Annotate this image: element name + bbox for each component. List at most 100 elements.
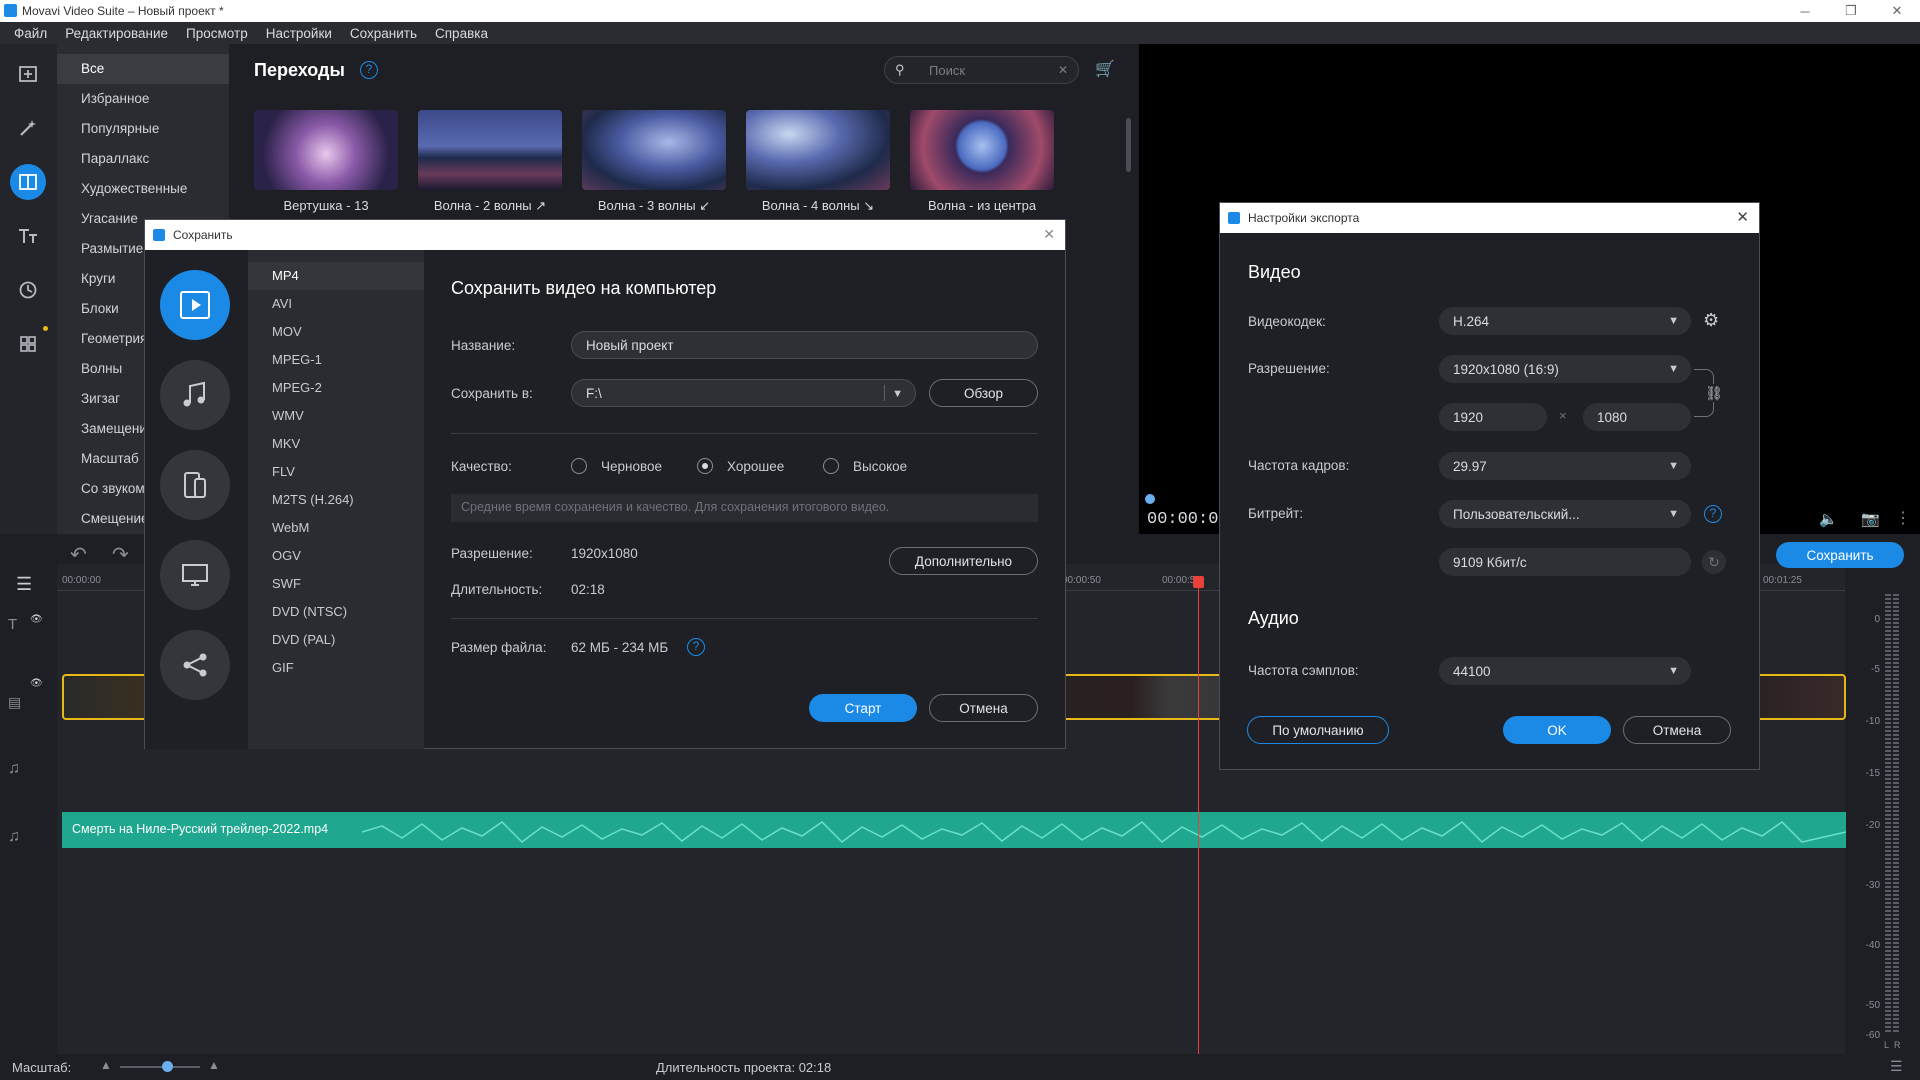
chevron-down-icon[interactable]: ▼ [892, 388, 903, 400]
bitrate-input[interactable]: 9109 Кбит/с [1439, 548, 1691, 576]
minimize-icon[interactable]: ─ [1782, 0, 1828, 22]
maximize-icon[interactable]: ❐ [1828, 0, 1874, 22]
search-input[interactable]: Поиск [929, 63, 965, 78]
gear-icon[interactable]: ⚙ [1703, 310, 1719, 331]
volume-icon[interactable]: 🔈 [1819, 510, 1838, 528]
format-item[interactable]: DVD (PAL) [248, 626, 424, 654]
scale-slider[interactable] [120, 1066, 200, 1068]
category-item[interactable]: Параллакс [57, 144, 229, 174]
preview-seek-handle[interactable] [1145, 494, 1155, 504]
save-device-icon[interactable] [160, 450, 230, 520]
share-icon[interactable] [160, 630, 230, 700]
transition-thumb-4[interactable] [746, 110, 890, 190]
menu-icon[interactable]: ☰ [1890, 1058, 1903, 1075]
cancel-button[interactable]: Отмена [1623, 716, 1731, 744]
quality-radio-high[interactable] [823, 458, 839, 474]
transitions-icon[interactable] [10, 164, 46, 200]
bitrate-select[interactable]: Пользовательский... ▼ [1439, 500, 1691, 528]
menu-view[interactable]: Просмотр [177, 26, 257, 41]
format-item[interactable]: GIF [248, 654, 424, 682]
transitions-scrollbar[interactable] [1126, 118, 1131, 172]
start-button[interactable]: Старт [809, 694, 917, 722]
audio-clip[interactable]: Смерть на Ниле-Русский трейлер-2022.mp4 [62, 812, 1846, 848]
category-item[interactable]: Избранное [57, 84, 229, 114]
name-field[interactable]: Новый проект [571, 331, 1038, 359]
height-input[interactable]: 1080 [1583, 403, 1691, 431]
fps-select[interactable]: 29.97 ▼ [1439, 452, 1691, 480]
menu-file[interactable]: Файл [0, 26, 56, 41]
menu-settings[interactable]: Настройки [257, 26, 341, 41]
fps-value: 29.97 [1453, 458, 1487, 474]
transition-thumb-1[interactable] [254, 110, 398, 190]
resolution-select[interactable]: 1920x1080 (16:9) ▼ [1439, 355, 1691, 383]
link-icon[interactable]: ⛓ [1705, 384, 1723, 402]
quality-radio-good[interactable] [697, 458, 713, 474]
cancel-button[interactable]: Отмена [929, 694, 1038, 722]
format-item[interactable]: FLV [248, 458, 424, 486]
visibility-icon[interactable]: 👁 [30, 678, 43, 689]
cart-icon[interactable]: 🛒 [1095, 59, 1115, 79]
transition-thumb-2[interactable] [418, 110, 562, 190]
format-item[interactable]: MKV [248, 430, 424, 458]
clear-search-icon[interactable]: ✕ [1058, 63, 1068, 77]
quality-radio-draft[interactable] [571, 458, 587, 474]
menu-save[interactable]: Сохранить [341, 26, 426, 41]
save-tv-icon[interactable] [160, 540, 230, 610]
format-item[interactable]: MPEG-1 [248, 346, 424, 374]
category-item[interactable]: Популярные [57, 114, 229, 144]
text-track-icon: T [8, 616, 18, 633]
transition-thumb-3[interactable] [582, 110, 726, 190]
format-item[interactable]: OGV [248, 542, 424, 570]
codec-select[interactable]: H.264 ▼ [1439, 307, 1691, 335]
search-box[interactable]: ⚲ Поиск ✕ [884, 56, 1079, 84]
save-dialog-title: Сохранить [173, 228, 233, 242]
meter-tick: 0 [1874, 614, 1880, 625]
close-icon[interactable]: ✕ [1043, 226, 1055, 243]
samplerate-select[interactable]: 44100 ▼ [1439, 657, 1691, 685]
reset-icon[interactable]: ↻ [1702, 550, 1726, 574]
menu-edit[interactable]: Редактирование [56, 26, 177, 41]
visibility-icon[interactable]: 👁 [30, 614, 43, 625]
playhead[interactable] [1198, 576, 1199, 1054]
format-item[interactable]: WebM [248, 514, 424, 542]
help-icon[interactable]: ? [687, 638, 705, 656]
playhead-handle[interactable] [1193, 576, 1204, 588]
format-item[interactable]: MPEG-2 [248, 374, 424, 402]
category-item[interactable]: Все [57, 54, 229, 84]
save-audio-icon[interactable] [160, 360, 230, 430]
close-icon[interactable]: ✕ [1874, 0, 1920, 22]
advanced-button[interactable]: Дополнительно [889, 547, 1038, 575]
format-item[interactable]: WMV [248, 402, 424, 430]
savein-field[interactable]: F:\ ▼ [571, 379, 916, 407]
import-icon[interactable] [10, 56, 46, 92]
titles-icon[interactable] [10, 218, 46, 254]
browse-button[interactable]: Обзор [929, 379, 1038, 407]
zoom-in-icon[interactable]: ▲ [208, 1058, 220, 1072]
stickers-icon[interactable] [10, 272, 46, 308]
category-item[interactable]: Художественные [57, 174, 229, 204]
transition-thumb-5[interactable] [910, 110, 1054, 190]
menu-help[interactable]: Справка [426, 26, 497, 41]
defaults-button[interactable]: По умолчанию [1247, 716, 1389, 744]
save-computer-icon[interactable] [160, 270, 230, 340]
format-item[interactable]: M2TS (H.264) [248, 486, 424, 514]
scale-slider-handle[interactable] [162, 1061, 173, 1072]
width-input[interactable]: 1920 [1439, 403, 1547, 431]
format-item[interactable]: MOV [248, 318, 424, 346]
snapshot-icon[interactable]: 📷 [1861, 510, 1880, 528]
magic-wand-icon[interactable] [10, 110, 46, 146]
format-item[interactable]: DVD (NTSC) [248, 598, 424, 626]
ok-button[interactable]: OK [1503, 716, 1611, 744]
add-track-icon[interactable]: ☰ [16, 574, 32, 595]
close-icon[interactable]: ✕ [1736, 208, 1749, 226]
zoom-out-icon[interactable]: ▲ [100, 1058, 112, 1072]
format-item[interactable]: MP4 [248, 262, 424, 290]
save-button[interactable]: Сохранить [1776, 542, 1904, 568]
format-item[interactable]: SWF [248, 570, 424, 598]
format-item[interactable]: AVI [248, 290, 424, 318]
transitions-title: Переходы [254, 60, 345, 80]
more-tools-icon[interactable] [10, 326, 46, 362]
help-icon[interactable]: ? [360, 61, 378, 79]
help-icon[interactable]: ? [1704, 505, 1722, 523]
more-options-icon[interactable]: ⋮ [1895, 508, 1911, 528]
